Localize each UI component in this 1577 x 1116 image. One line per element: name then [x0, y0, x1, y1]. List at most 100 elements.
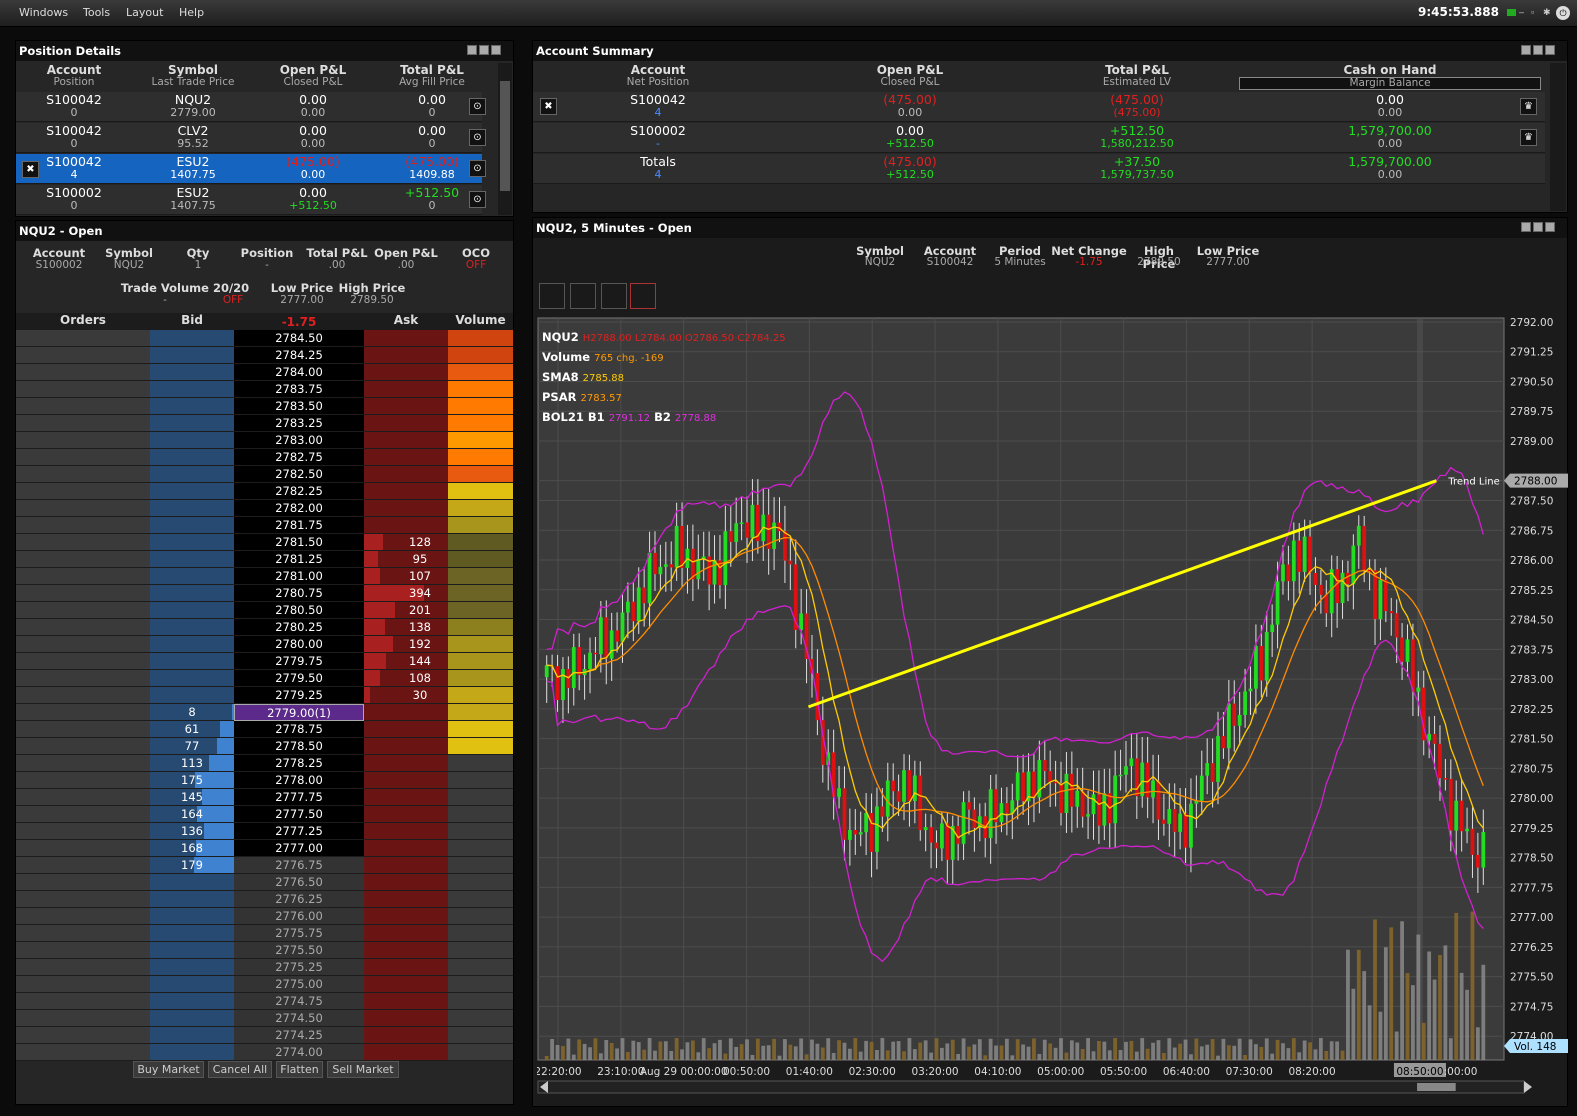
orders-cell[interactable]: [16, 789, 150, 806]
price-cell[interactable]: 2776.50: [234, 874, 364, 891]
ask-cell[interactable]: [364, 823, 448, 840]
bid-cell[interactable]: [150, 1027, 234, 1044]
bid-cell[interactable]: [150, 551, 234, 568]
orders-cell[interactable]: [16, 908, 150, 925]
ladder-row[interactable]: 8 2779.00(1): [16, 704, 513, 721]
price-cell[interactable]: 2775.25: [234, 959, 364, 976]
ladder-row[interactable]: 2782.00: [16, 500, 513, 517]
ticket-field-value[interactable]: -: [236, 260, 298, 271]
price-cell[interactable]: 2774.00: [234, 1044, 364, 1061]
ask-cell[interactable]: [364, 398, 448, 415]
panel-edit-icon[interactable]: [1533, 222, 1543, 232]
orders-cell[interactable]: [16, 925, 150, 942]
bid-cell[interactable]: [150, 381, 234, 398]
bid-cell[interactable]: [150, 330, 234, 347]
ask-cell[interactable]: [364, 721, 448, 738]
ask-cell[interactable]: 201: [364, 602, 448, 619]
ticket-field-value[interactable]: OFF: [452, 260, 500, 271]
price-cell[interactable]: 2779.75: [234, 653, 364, 670]
orders-cell[interactable]: [16, 874, 150, 891]
bid-cell[interactable]: [150, 449, 234, 466]
ask-cell[interactable]: [364, 466, 448, 483]
chart-scrollbar-thumb[interactable]: [1417, 1083, 1456, 1091]
ladder-row[interactable]: 136 2777.25: [16, 823, 513, 840]
ask-cell[interactable]: [364, 330, 448, 347]
ladder-row[interactable]: 2780.75 394: [16, 585, 513, 602]
orders-cell[interactable]: [16, 857, 150, 874]
account-detail-icon[interactable]: ♛: [1520, 98, 1537, 115]
price-cell[interactable]: 2778.00: [234, 772, 364, 789]
bid-cell[interactable]: [150, 364, 234, 381]
ladder-row[interactable]: 2783.75: [16, 381, 513, 398]
ask-cell[interactable]: [364, 925, 448, 942]
ask-cell[interactable]: [364, 704, 448, 721]
draw-trendline-icon[interactable]: [601, 283, 627, 309]
price-cell[interactable]: 2777.25: [234, 823, 364, 840]
bid-cell[interactable]: 168: [150, 840, 234, 857]
ladder-row[interactable]: 168 2777.00: [16, 840, 513, 857]
bid-cell[interactable]: [150, 500, 234, 517]
ladder-row[interactable]: 2779.75 144: [16, 653, 513, 670]
ticket-field-value[interactable]: NQU2: [98, 260, 160, 271]
price-cell[interactable]: 2775.75: [234, 925, 364, 942]
price-cell[interactable]: 2780.50: [234, 602, 364, 619]
price-cell[interactable]: 2783.75: [234, 381, 364, 398]
ticket-field-value[interactable]: 1: [170, 260, 226, 271]
ladder-row[interactable]: 2781.50 128: [16, 534, 513, 551]
bid-cell[interactable]: [150, 687, 234, 704]
bid-cell[interactable]: [150, 398, 234, 415]
ladder-row[interactable]: 2776.25: [16, 891, 513, 908]
account-detail-icon[interactable]: ♛: [1520, 129, 1537, 146]
price-cell[interactable]: 2774.25: [234, 1027, 364, 1044]
bid-cell[interactable]: [150, 959, 234, 976]
ladder-row[interactable]: 2774.50: [16, 1010, 513, 1027]
orders-cell[interactable]: [16, 466, 150, 483]
bid-cell[interactable]: [150, 466, 234, 483]
price-cell[interactable]: 2779.25: [234, 687, 364, 704]
ask-cell[interactable]: [364, 1044, 448, 1061]
ask-cell[interactable]: 30: [364, 687, 448, 704]
orders-cell[interactable]: [16, 942, 150, 959]
ask-cell[interactable]: [364, 942, 448, 959]
menu-help[interactable]: Help: [179, 6, 204, 19]
price-cell[interactable]: 2783.00: [234, 432, 364, 449]
ladder-row[interactable]: 77 2778.50: [16, 738, 513, 755]
price-cell[interactable]: 2778.75: [234, 721, 364, 738]
ladder-row[interactable]: 2774.25: [16, 1027, 513, 1044]
ladder-row[interactable]: 2784.50: [16, 330, 513, 347]
panel-tile-icon[interactable]: [467, 45, 477, 55]
bid-cell[interactable]: [150, 670, 234, 687]
sell-market-button[interactable]: Sell Market: [327, 1061, 399, 1078]
ladder-row[interactable]: 2775.50: [16, 942, 513, 959]
panel-edit-icon[interactable]: [1533, 45, 1543, 55]
orders-cell[interactable]: [16, 670, 150, 687]
bid-cell[interactable]: [150, 483, 234, 500]
ask-cell[interactable]: [364, 483, 448, 500]
ladder-row[interactable]: 2783.50: [16, 398, 513, 415]
ladder-row[interactable]: 113 2778.25: [16, 755, 513, 772]
orders-cell[interactable]: [16, 449, 150, 466]
ladder-row[interactable]: 179 2776.75: [16, 857, 513, 874]
orders-cell[interactable]: [16, 840, 150, 857]
ask-cell[interactable]: [364, 976, 448, 993]
price-cell[interactable]: 2779.00(1): [234, 704, 364, 721]
delete-drawing-icon[interactable]: [630, 283, 656, 309]
ladder-row[interactable]: 2782.50: [16, 466, 513, 483]
bid-cell[interactable]: [150, 415, 234, 432]
row-action-icon[interactable]: ⊙: [469, 98, 486, 115]
ask-cell[interactable]: 394: [364, 585, 448, 602]
bid-cell[interactable]: [150, 1044, 234, 1061]
price-cell[interactable]: 2777.50: [234, 806, 364, 823]
ask-cell[interactable]: [364, 381, 448, 398]
ladder-row[interactable]: 2779.25 30: [16, 687, 513, 704]
ask-cell[interactable]: 108: [364, 670, 448, 687]
ask-cell[interactable]: [364, 432, 448, 449]
price-cell[interactable]: 2779.50: [234, 670, 364, 687]
ask-cell[interactable]: 128: [364, 534, 448, 551]
bid-cell[interactable]: [150, 602, 234, 619]
orders-cell[interactable]: [16, 823, 150, 840]
orders-cell[interactable]: [16, 959, 150, 976]
ladder-row[interactable]: 2774.75: [16, 993, 513, 1010]
price-chart[interactable]: 2792.00 2791.25 2790.50 2789.75 2789.00 2788.…: [537, 316, 1568, 1106]
scroll-right-icon[interactable]: [1524, 1081, 1532, 1093]
